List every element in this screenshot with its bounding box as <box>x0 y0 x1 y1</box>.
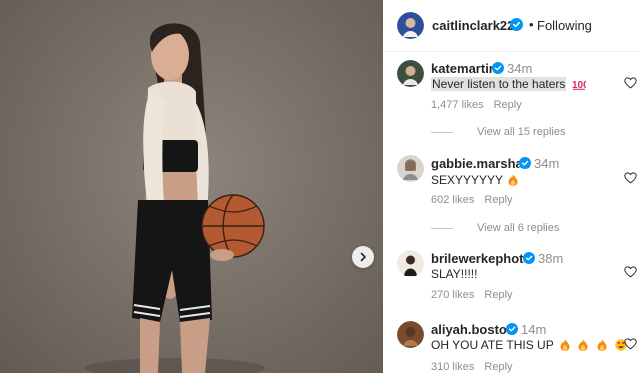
heart-outline-icon[interactable] <box>624 338 637 350</box>
next-photo-button[interactable] <box>352 246 374 268</box>
comment-time: 38m <box>538 251 564 266</box>
commenter-avatar[interactable] <box>397 321 424 348</box>
comment-likes[interactable]: 602 likes <box>431 194 474 206</box>
hundred-points-emoji-icon: 100 <box>572 80 586 90</box>
verified-badge-icon <box>492 62 504 74</box>
comment-time: 34m <box>534 156 560 171</box>
comment-text: SLAY!!!!! <box>431 267 478 281</box>
reply-button[interactable]: Reply <box>484 361 512 373</box>
verified-badge-icon <box>523 252 535 264</box>
heart-outline-icon[interactable] <box>624 266 637 278</box>
author-avatar[interactable] <box>397 12 424 39</box>
following-button[interactable]: Following <box>537 18 592 33</box>
commenter-username[interactable]: gabbie.marshall <box>431 156 530 171</box>
reply-button[interactable]: Reply <box>484 194 512 206</box>
comment-likes[interactable]: 270 likes <box>431 289 474 301</box>
commenter-avatar[interactable] <box>397 155 424 182</box>
fire-emoji-icon <box>560 339 570 351</box>
comment-meta: 602 likes Reply <box>431 194 513 206</box>
fire-emoji-icon <box>597 339 607 351</box>
reply-button[interactable]: Reply <box>484 289 512 301</box>
commenter-avatar[interactable] <box>397 60 424 87</box>
verified-badge-icon <box>519 157 531 169</box>
comment-likes[interactable]: 310 likes <box>431 361 474 373</box>
comment-likes[interactable]: 1,477 likes <box>431 99 484 111</box>
svg-text:100: 100 <box>572 80 586 90</box>
comment-meta: 310 likes Reply <box>431 361 513 373</box>
verified-badge-icon <box>506 323 518 335</box>
commenter-username[interactable]: aliyah.boston <box>431 322 515 337</box>
fire-emoji-icon <box>508 174 518 186</box>
divider-line <box>431 227 453 229</box>
author-username[interactable]: caitlinclark22 <box>432 18 514 33</box>
reply-button[interactable]: Reply <box>494 99 522 111</box>
chevron-right-icon <box>360 252 366 262</box>
post-photo <box>0 0 383 373</box>
athlete-photo-illustration <box>85 23 265 373</box>
comment-text: OH YOU ATE THIS UP <box>431 338 627 352</box>
commenter-username[interactable]: brilewerkephoto <box>431 251 531 266</box>
comment-meta: 270 likes Reply <box>431 289 513 301</box>
comment-meta: 1,477 likes Reply <box>431 99 522 111</box>
commenter-username[interactable]: katemartin <box>431 61 497 76</box>
view-replies-button[interactable]: View all 6 replies <box>431 222 559 234</box>
comment-text: SEXYYYYYY <box>431 173 518 187</box>
comments-panel: caitlinclark22 • Following katemartin 34… <box>383 0 640 373</box>
post-header: caitlinclark22 • Following <box>383 0 640 52</box>
commenter-avatar[interactable] <box>397 250 424 277</box>
comment-time: 34m <box>507 61 533 76</box>
heart-outline-icon[interactable] <box>624 77 637 89</box>
divider-line <box>431 131 453 133</box>
comment-text: Never listen to the haters 100 <box>431 77 586 91</box>
fire-emoji-icon <box>578 339 588 351</box>
heart-outline-icon[interactable] <box>624 172 637 184</box>
separator-dot: • <box>529 17 534 32</box>
comment-time: 14m <box>521 322 547 337</box>
view-replies-button[interactable]: View all 15 replies <box>431 126 565 138</box>
verified-badge-icon <box>510 18 523 31</box>
